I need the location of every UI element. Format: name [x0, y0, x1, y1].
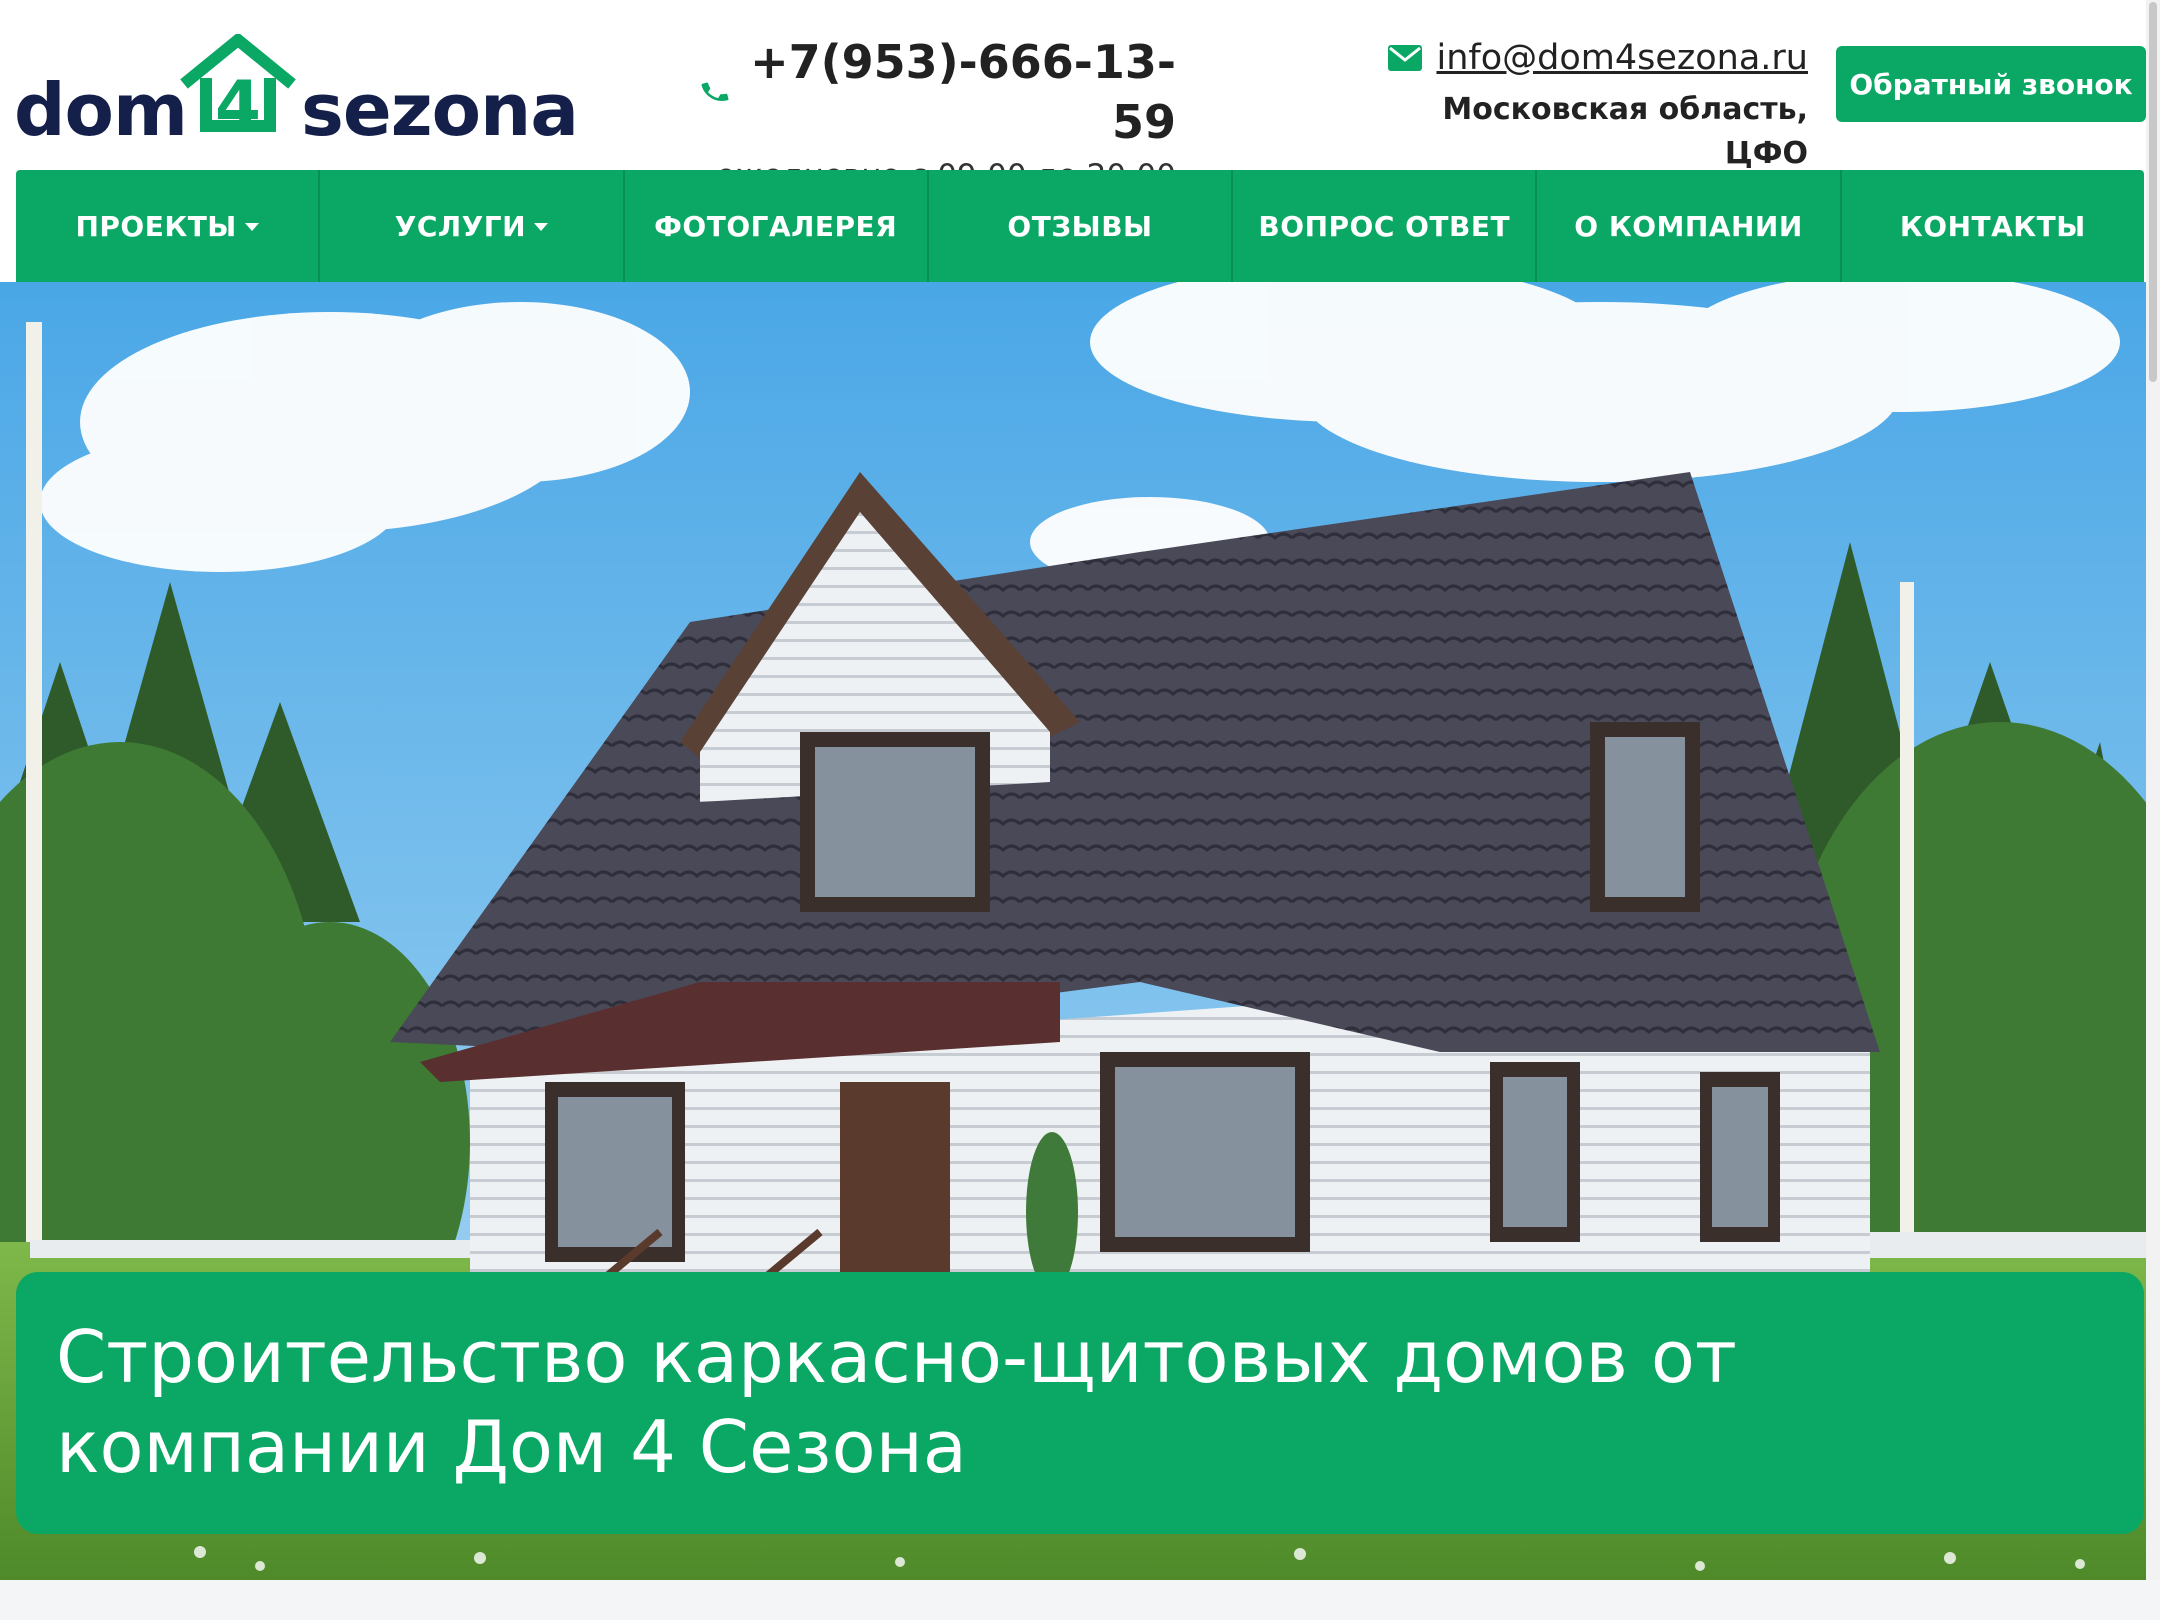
nav-item-label: УСЛУГИ	[394, 209, 527, 243]
phone-number-link[interactable]: +7(953)-666-13-59	[744, 32, 1176, 152]
logo-text-sezona: sezona	[301, 68, 579, 152]
region-text: Московская область, ЦФО	[1442, 92, 1808, 171]
nav-item-projects[interactable]: ПРОЕКТЫ	[16, 170, 321, 282]
envelope-icon	[1388, 45, 1423, 71]
nav-item-label: ВОПРОС ОТВЕТ	[1258, 209, 1511, 243]
nav-item-label: ПРОЕКТЫ	[75, 209, 237, 243]
site-logo[interactable]: dom 4 sezona	[14, 34, 579, 150]
logo-digit: 4	[215, 67, 261, 138]
chevron-down-icon	[534, 223, 549, 231]
nav-item-label: ФОТОГАЛЕРЕЯ	[654, 209, 898, 243]
nav-item-label: О КОМПАНИИ	[1574, 209, 1803, 243]
nav-item-contacts[interactable]: КОНТАКТЫ	[1842, 170, 2144, 282]
house-logo-icon: 4	[180, 34, 296, 138]
hero-caption: Строительство каркасно-щитовых домов от …	[16, 1272, 2144, 1534]
nav-item-services[interactable]: УСЛУГИ	[320, 170, 625, 282]
nav-item-gallery[interactable]: ФОТОГАЛЕРЕЯ	[625, 170, 929, 282]
nav-item-label: КОНТАКТЫ	[1899, 209, 2086, 243]
nav-item-reviews[interactable]: ОТЗЫВЫ	[929, 170, 1234, 282]
scrollbar-thumb[interactable]	[2149, 2, 2157, 382]
phone-icon	[701, 82, 729, 101]
email-link[interactable]: info@dom4sezona.ru	[1436, 34, 1808, 82]
chevron-down-icon	[244, 223, 259, 231]
contact-block: info@dom4sezona.ru Московская область, Ц…	[1368, 34, 1808, 176]
page-scrollbar[interactable]	[2146, 0, 2160, 1580]
main-navigation: ПРОЕКТЫ УСЛУГИ ФОТОГАЛЕРЕЯ ОТЗЫВЫ ВОПРОС…	[16, 170, 2144, 282]
callback-button[interactable]: Обратный звонок	[1836, 46, 2146, 122]
nav-item-faq[interactable]: ВОПРОС ОТВЕТ	[1233, 170, 1538, 282]
hero-banner: Строительство каркасно-щитовых домов от …	[0, 282, 2146, 1580]
hero-title: Строительство каркасно-щитовых домов от …	[56, 1315, 1737, 1489]
nav-item-about[interactable]: О КОМПАНИИ	[1537, 170, 1842, 282]
page-bottom-strip	[0, 1580, 2160, 1620]
nav-item-label: ОТЗЫВЫ	[1007, 209, 1153, 243]
logo-text-dom: dom	[14, 68, 188, 152]
